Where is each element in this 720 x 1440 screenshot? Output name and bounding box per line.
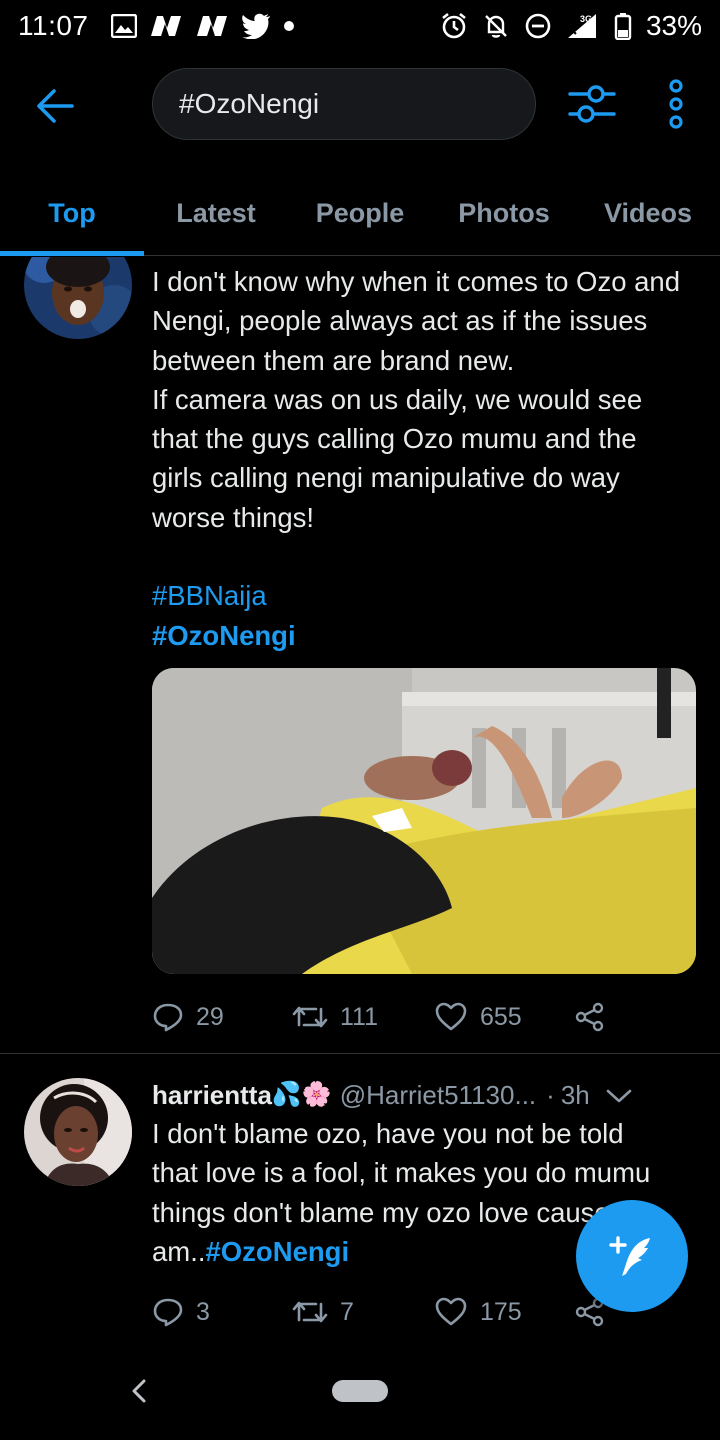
sliders-icon [568, 85, 616, 123]
notification-icons [110, 12, 295, 40]
reply-count: 3 [196, 1297, 210, 1326]
system-icons: 3G 33% [440, 10, 702, 42]
hashtag-link[interactable]: #OzoNengi [205, 1236, 349, 1267]
tweet-actions: 29 111 655 [152, 997, 622, 1037]
alarm-icon [440, 12, 468, 40]
like-button[interactable]: 655 [434, 1002, 574, 1032]
tweet-actions: 3 7 175 [152, 1292, 622, 1332]
chevron-left-icon [132, 1379, 146, 1403]
like-count: 175 [480, 1297, 522, 1326]
reply-button[interactable]: 29 [152, 1002, 292, 1032]
retweet-button[interactable]: 7 [292, 1298, 434, 1327]
like-count: 655 [480, 1002, 522, 1031]
nav-back-button[interactable] [128, 1376, 150, 1406]
tweet-menu-button[interactable] [606, 1078, 632, 1112]
bell-off-icon [482, 12, 510, 40]
bed-photo [152, 668, 696, 974]
reply-icon [153, 1298, 183, 1327]
dot-icon [283, 12, 295, 40]
name-emojis: 💦🌸 [271, 1081, 332, 1108]
retweet-icon [292, 1006, 328, 1028]
status-bar: 11:07 3G 33% [0, 0, 720, 52]
tab-people[interactable]: People [288, 170, 432, 256]
active-tab-indicator [0, 251, 144, 256]
twitter-bird-icon [241, 12, 271, 40]
heart-icon [435, 1002, 467, 1031]
hashtag-link[interactable]: #BBNaija [152, 580, 267, 611]
heart-icon [435, 1297, 467, 1326]
back-button[interactable] [32, 82, 80, 130]
tab-videos[interactable]: Videos [576, 170, 720, 256]
search-header: #OzoNengi [0, 60, 720, 150]
system-navigation-bar [0, 1350, 720, 1440]
hashtag-link[interactable]: #OzoNengi [152, 620, 296, 651]
tweet-time: 3h [560, 1080, 590, 1110]
tweet[interactable]: I don't know why when it comes to Ozo an… [0, 257, 720, 1057]
compose-tweet-button[interactable] [576, 1200, 688, 1312]
arrow-left-icon [37, 89, 74, 123]
more-vertical-icon [669, 79, 683, 129]
reply-button[interactable]: 3 [152, 1297, 292, 1327]
n-app-icon [149, 12, 183, 40]
tweet-text: I don't know why when it comes to Ozo an… [152, 262, 692, 655]
retweet-icon [292, 1301, 328, 1323]
avatar[interactable] [24, 1078, 132, 1186]
chevron-down-icon [606, 1089, 632, 1103]
retweet-count: 111 [340, 1002, 379, 1031]
author-handle[interactable]: @Harriet51130... [340, 1078, 536, 1112]
search-filter-button[interactable] [566, 78, 618, 130]
do-not-disturb-icon [524, 12, 552, 40]
search-tabs: Top Latest People Photos Videos [0, 170, 720, 256]
tweet-media-image[interactable] [152, 668, 696, 974]
share-icon [575, 1002, 604, 1032]
battery-icon [614, 12, 632, 40]
more-options-button[interactable] [660, 78, 692, 130]
retweet-count: 7 [340, 1297, 354, 1326]
reply-icon [153, 1003, 183, 1032]
author-name[interactable]: harrientta [152, 1078, 272, 1112]
tab-latest[interactable]: Latest [144, 170, 288, 256]
retweet-button[interactable]: 111 [292, 1003, 434, 1032]
search-input[interactable]: #OzoNengi [152, 68, 536, 140]
meta-separator: · [546, 1080, 555, 1110]
tweet-content: I don't know why when it comes to Ozo an… [152, 262, 692, 655]
tab-photos[interactable]: Photos [432, 170, 576, 256]
battery-percent: 33% [645, 10, 702, 41]
tweet-header: harrientta 💦🌸 @Harriet51130... · 3h [152, 1078, 692, 1112]
signal-icon: 3G [566, 12, 600, 40]
tab-top[interactable]: Top [0, 170, 144, 256]
reply-count: 29 [196, 1002, 224, 1031]
network-type: 3G [580, 14, 592, 24]
n-app-icon [195, 12, 229, 40]
share-button[interactable] [574, 1001, 606, 1033]
image-icon [110, 12, 137, 40]
nav-home-pill[interactable] [332, 1380, 388, 1402]
compose-feather-icon [609, 1236, 650, 1276]
avatar[interactable] [24, 257, 132, 339]
like-button[interactable]: 175 [434, 1297, 574, 1327]
status-time: 11:07 [18, 10, 89, 41]
tweet-text-body: I don't know why when it comes to Ozo an… [152, 266, 681, 533]
